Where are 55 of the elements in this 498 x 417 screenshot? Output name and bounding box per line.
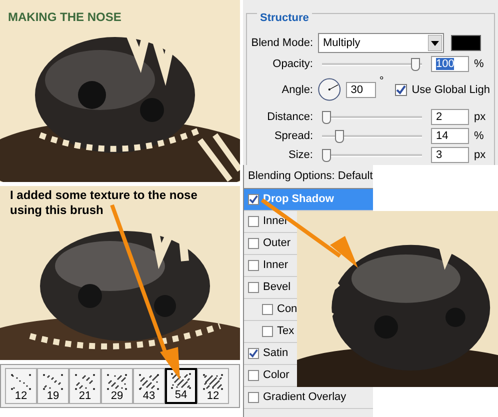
slider-thumb[interactable] <box>334 130 344 142</box>
checkbox[interactable] <box>394 84 407 96</box>
unit-label: px <box>474 148 486 162</box>
caret-icon <box>428 35 442 51</box>
color-swatch[interactable] <box>451 35 481 51</box>
field-label: Blend Mode: <box>251 36 313 50</box>
checkbox[interactable] <box>248 216 259 227</box>
checkbox[interactable] <box>248 238 259 249</box>
input-field[interactable]: 2 <box>431 109 469 125</box>
field-label: Size: <box>288 148 313 162</box>
input-field[interactable]: 14 <box>431 128 469 144</box>
checkbox[interactable] <box>248 260 259 271</box>
slider-thumb[interactable] <box>322 148 331 162</box>
slider-track[interactable] <box>322 130 422 142</box>
brush-preset[interactable]: 54 <box>165 368 197 404</box>
checkbox[interactable] <box>248 282 259 293</box>
brush-preset[interactable]: 43 <box>133 368 165 404</box>
checkbox[interactable] <box>248 194 259 205</box>
field-label: Spread: <box>273 129 313 143</box>
field-label: Distance: <box>266 110 313 124</box>
input-field[interactable]: 30 <box>346 82 376 98</box>
checkbox[interactable] <box>248 392 259 403</box>
caption: I added some texture to the nose using this brush <box>10 188 198 218</box>
checkbox[interactable] <box>248 348 259 359</box>
section-legend: Structure <box>257 12 312 24</box>
checkbox[interactable] <box>262 304 273 315</box>
field-label: Angle: <box>280 82 313 96</box>
slider-thumb[interactable] <box>411 58 420 70</box>
brush-preset[interactable]: 29 <box>101 368 133 404</box>
checkbox[interactable] <box>248 370 259 381</box>
unit-label: % <box>474 129 484 143</box>
blend-mode-dropdown[interactable]: Multiply <box>318 33 444 53</box>
field-label: Opacity: <box>272 57 313 71</box>
slider-thumb[interactable] <box>322 110 331 124</box>
brush-preset[interactable]: 19 <box>37 368 69 404</box>
unit-label: px <box>474 110 486 124</box>
checkbox-label: Use Global Ligh <box>412 82 490 96</box>
brush-tip-icon <box>107 374 127 390</box>
slider-track[interactable] <box>322 110 422 124</box>
brush-tip-icon <box>11 374 31 390</box>
brush-preset[interactable]: 12 <box>5 368 37 404</box>
checkbox[interactable] <box>262 326 273 337</box>
brush-tip-icon <box>43 374 63 390</box>
brush-preset[interactable]: 21 <box>69 368 101 404</box>
slider-track[interactable] <box>322 148 422 162</box>
slider-track[interactable] <box>322 58 422 70</box>
brush-tip-icon <box>203 374 223 390</box>
brush-tip-icon <box>75 374 95 390</box>
brush-tip-icon <box>139 374 159 390</box>
brush-preset[interactable]: 12 <box>197 368 229 404</box>
unit-label: ° <box>379 74 384 88</box>
input-field[interactable]: 3 <box>431 147 469 163</box>
input-field[interactable]: 100 <box>431 56 469 72</box>
unit-label: % <box>474 57 484 71</box>
heading: MAKING THE NOSE <box>8 9 122 26</box>
